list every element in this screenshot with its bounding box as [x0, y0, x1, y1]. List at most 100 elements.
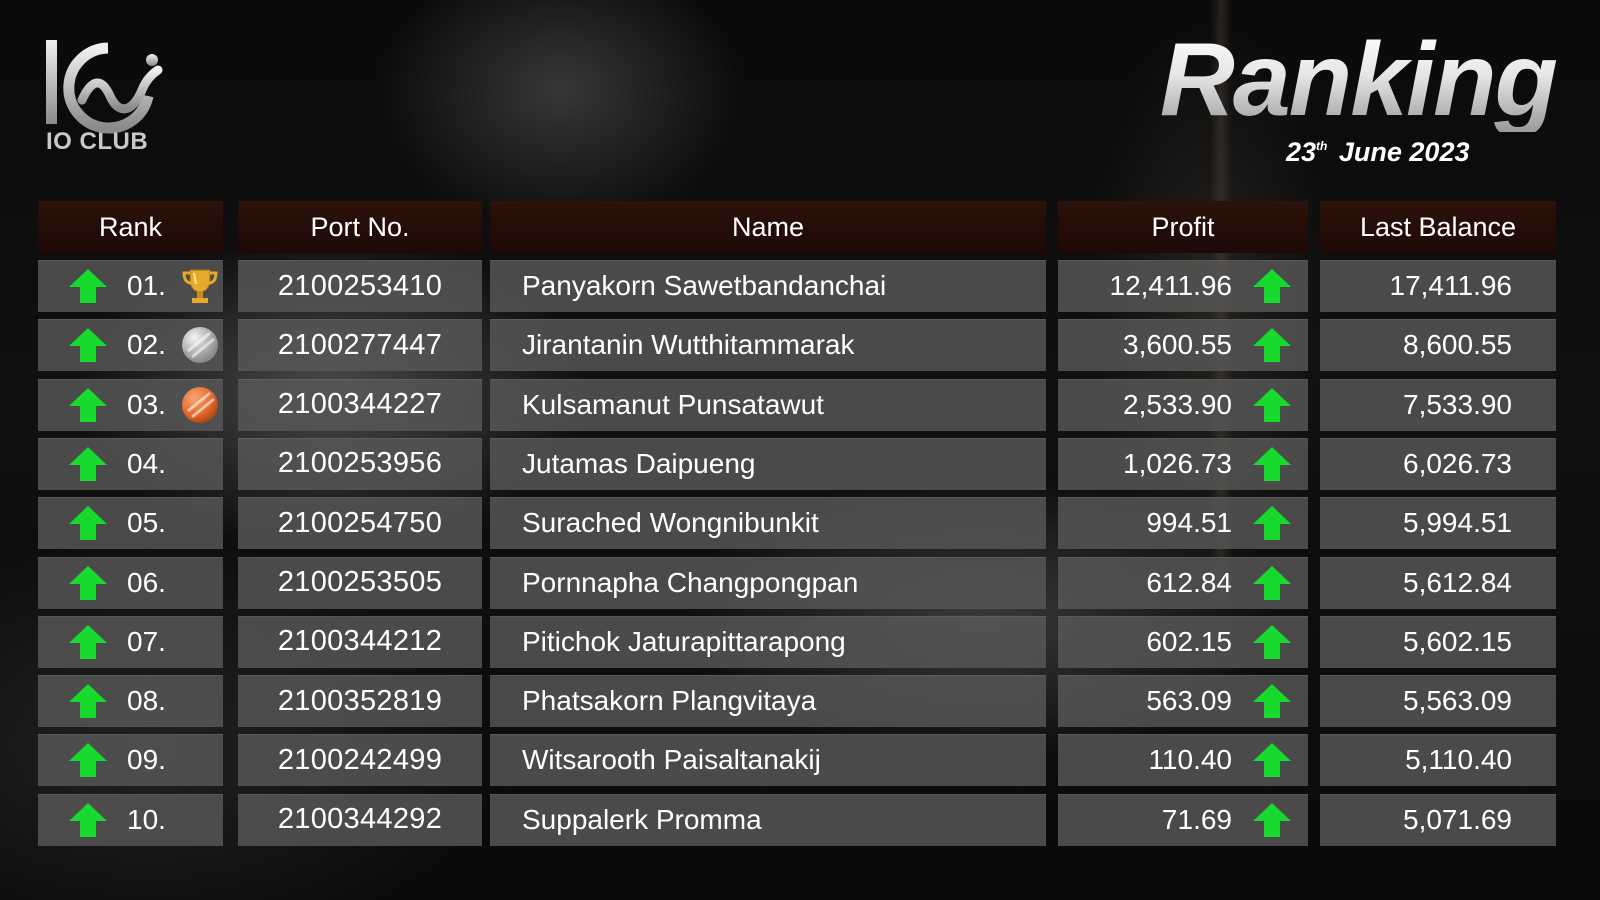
profit-cell: 2,533.90 — [1058, 378, 1308, 431]
date-month-year: June 2023 — [1338, 137, 1470, 167]
balance-value: 8,600.55 — [1403, 329, 1512, 361]
rank-number: 07. — [127, 625, 166, 657]
balance-value: 5,563.09 — [1403, 685, 1512, 717]
trader-name: Jutamas Daipueng — [522, 447, 756, 479]
trophy-icon — [182, 269, 218, 303]
profit-value: 71.69 — [1161, 803, 1232, 835]
arrow-up-icon — [69, 684, 107, 719]
arrow-up-icon — [69, 269, 107, 303]
profit-value: 612.84 — [1146, 566, 1232, 598]
arrow-up-icon — [1253, 269, 1291, 303]
port-number: 2100277447 — [277, 328, 443, 361]
arrow-up-icon — [1253, 802, 1291, 837]
balance-value: 5,612.84 — [1403, 566, 1512, 598]
port-cell: 2100344212 — [238, 615, 482, 668]
arrow-up-icon — [69, 446, 107, 481]
arrow-up-icon — [1253, 387, 1291, 422]
arrow-up-icon — [1253, 684, 1291, 719]
port-number: 2100254750 — [277, 506, 443, 539]
balance-cell: 5,602.15 — [1320, 615, 1556, 668]
name-cell: Pitichok Jaturapittarapong — [490, 615, 1046, 668]
name-cell: Surached Wongnibunkit — [490, 497, 1046, 550]
profit-cell: 994.51 — [1058, 497, 1308, 550]
rank-cell: 07. — [38, 615, 223, 668]
balance-cell: 5,612.84 — [1320, 556, 1556, 609]
port-cell: 2100277447 — [238, 319, 482, 372]
balance-value: 5,110.40 — [1405, 744, 1512, 776]
header-name: Name — [490, 201, 1046, 253]
date-label: 23th June 2023 — [1286, 137, 1469, 168]
name-cell: Suppalerk Promma — [490, 793, 1046, 846]
port-number: 2100344227 — [277, 388, 443, 421]
trader-name: Surached Wongnibunkit — [522, 507, 819, 539]
rank-cell: 08. — [38, 675, 223, 728]
header-rank: Rank — [38, 201, 223, 253]
balance-cell: 8,600.55 — [1320, 319, 1556, 372]
rank-number: 08. — [127, 685, 166, 717]
profit-cell: 612.84 — [1058, 556, 1308, 609]
port-cell: 2100242499 — [238, 734, 482, 787]
profit-cell: 1,026.73 — [1058, 437, 1308, 490]
profit-cell: 71.69 — [1058, 793, 1308, 846]
arrow-up-icon — [69, 802, 107, 837]
brand-name: IO CLUB — [46, 128, 149, 155]
name-cell: Panyakorn Sawetbandanchai — [490, 260, 1046, 312]
arrow-up-icon — [69, 387, 107, 422]
balance-cell: 17,411.96 — [1320, 260, 1556, 312]
profit-value: 563.09 — [1146, 685, 1232, 717]
bronze-medal-icon — [182, 386, 218, 423]
profit-cell: 602.15 — [1058, 615, 1308, 668]
port-cell: 2100254750 — [238, 497, 482, 550]
port-cell: 2100352819 — [238, 675, 482, 728]
port-cell: 2100344292 — [238, 793, 482, 846]
rank-number: 03. — [127, 388, 166, 420]
arrow-up-icon — [69, 743, 107, 778]
arrow-up-icon — [69, 328, 107, 363]
rank-number: 01. — [127, 270, 166, 301]
profit-value: 602.15 — [1146, 625, 1232, 657]
arrow-up-icon — [1253, 506, 1291, 541]
rank-number: 02. — [127, 329, 166, 361]
trader-name: Pitichok Jaturapittarapong — [522, 625, 846, 657]
port-number: 2100352819 — [277, 684, 443, 717]
rank-cell: 06. — [38, 556, 223, 609]
rank-cell: 04. — [38, 437, 223, 490]
name-cell: Jirantanin Wutthitammarak — [490, 319, 1046, 372]
rank-cell: 03. — [38, 378, 223, 431]
arrow-up-icon — [1253, 743, 1291, 778]
rank-number: 06. — [127, 566, 166, 598]
rank-number: 09. — [127, 744, 166, 776]
profit-cell: 110.40 — [1058, 734, 1308, 787]
profit-value: 12,411.96 — [1109, 270, 1233, 301]
balance-cell: 5,110.40 — [1320, 734, 1556, 787]
port-number: 2100344292 — [277, 803, 443, 836]
balance-cell: 7,533.90 — [1320, 378, 1556, 431]
trader-name: Witsarooth Paisaltanakij — [522, 744, 821, 776]
port-number: 2100253505 — [277, 566, 443, 598]
arrow-up-icon — [69, 624, 107, 659]
balance-value: 5,071.69 — [1403, 803, 1512, 835]
name-cell: Jutamas Daipueng — [490, 437, 1046, 490]
name-cell: Pornnapha Changpongpan — [490, 556, 1046, 609]
arrow-up-icon — [1253, 328, 1291, 363]
balance-value: 6,026.73 — [1403, 447, 1512, 479]
name-cell: Witsarooth Paisaltanakij — [490, 734, 1046, 787]
date-day: 23 — [1286, 137, 1317, 167]
trader-name: Pornnapha Changpongpan — [522, 566, 859, 598]
profit-value: 110.40 — [1148, 744, 1232, 776]
port-cell: 2100253505 — [238, 556, 482, 609]
arrow-up-icon — [69, 565, 107, 600]
arrow-up-icon — [1253, 446, 1291, 481]
balance-cell: 5,994.51 — [1320, 497, 1556, 550]
rank-cell: 01. — [38, 260, 223, 312]
rank-cell: 05. — [38, 497, 223, 550]
date-suffix: th — [1316, 139, 1328, 153]
port-number: 2100253956 — [277, 447, 443, 480]
name-cell: Kulsamanut Punsatawut — [490, 378, 1046, 431]
arrow-up-icon — [69, 506, 107, 541]
trader-name: Jirantanin Wutthitammarak — [522, 329, 855, 361]
profit-cell: 3,600.55 — [1058, 319, 1308, 372]
trader-name: Panyakorn Sawetbandanchai — [522, 270, 887, 301]
header-balance: Last Balance — [1320, 201, 1556, 253]
profit-value: 994.51 — [1146, 507, 1232, 539]
